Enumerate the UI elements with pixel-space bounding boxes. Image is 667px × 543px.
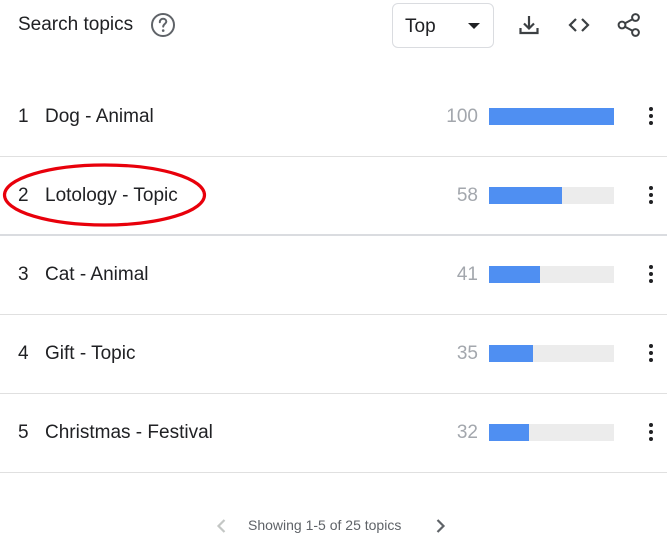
topic-bar	[489, 108, 614, 125]
topic-row[interactable]: 2 Lotology - Topic 58	[0, 157, 667, 236]
topic-bar-fill	[489, 345, 533, 362]
topic-row[interactable]: 3 Cat - Animal 41	[0, 236, 667, 315]
topic-label[interactable]: Dog - Animal	[45, 106, 154, 128]
chevron-left-icon[interactable]	[212, 516, 232, 536]
topic-label[interactable]: Gift - Topic	[45, 343, 135, 365]
topic-value: 32	[456, 422, 478, 443]
more-vert-icon[interactable]	[641, 183, 661, 209]
topic-row[interactable]: 5 Christmas - Festival 32	[0, 394, 667, 473]
topic-bar	[489, 345, 614, 362]
more-vert-icon[interactable]	[641, 104, 661, 130]
topics-list: 1 Dog - Animal 100 2 Lotology - Topic 58…	[0, 78, 667, 473]
topic-label[interactable]: Cat - Animal	[45, 264, 148, 286]
pagination-status: Showing 1-5 of 25 topics	[248, 517, 402, 533]
topic-value: 35	[456, 343, 478, 364]
download-icon[interactable]	[516, 12, 542, 38]
topic-bar	[489, 187, 614, 204]
help-icon[interactable]	[150, 12, 176, 38]
pagination: Showing 1-5 of 25 topics	[0, 512, 667, 540]
more-vert-icon[interactable]	[641, 341, 661, 367]
topic-bar-fill	[489, 424, 529, 441]
select-value: Top	[405, 16, 436, 37]
topic-value: 41	[456, 264, 478, 285]
topic-value: 58	[456, 185, 478, 206]
topic-row[interactable]: 4 Gift - Topic 35	[0, 315, 667, 394]
caret-down-icon	[468, 23, 480, 29]
topic-value: 100	[446, 106, 478, 127]
more-vert-icon[interactable]	[641, 262, 661, 288]
widget-header: Search topics Top	[0, 0, 667, 50]
topic-rank: 1	[18, 106, 29, 127]
topic-bar	[489, 266, 614, 283]
widget-title: Search topics	[18, 14, 134, 35]
topic-label[interactable]: Christmas - Festival	[45, 422, 213, 444]
more-vert-icon[interactable]	[641, 420, 661, 446]
topic-rank: 4	[18, 343, 29, 364]
topic-rank: 5	[18, 422, 29, 443]
topic-bar	[489, 424, 614, 441]
chevron-right-icon[interactable]	[430, 516, 450, 536]
topics-type-select[interactable]: Top	[392, 3, 494, 48]
topic-rank: 3	[18, 264, 29, 285]
topic-bar-fill	[489, 187, 562, 204]
embed-code-icon[interactable]	[566, 12, 592, 38]
share-icon[interactable]	[616, 12, 642, 38]
topic-row[interactable]: 1 Dog - Animal 100	[0, 78, 667, 157]
topic-label[interactable]: Lotology - Topic	[45, 185, 178, 207]
topic-bar-fill	[489, 266, 541, 283]
topic-bar-fill	[489, 108, 614, 125]
topic-rank: 2	[18, 185, 29, 206]
